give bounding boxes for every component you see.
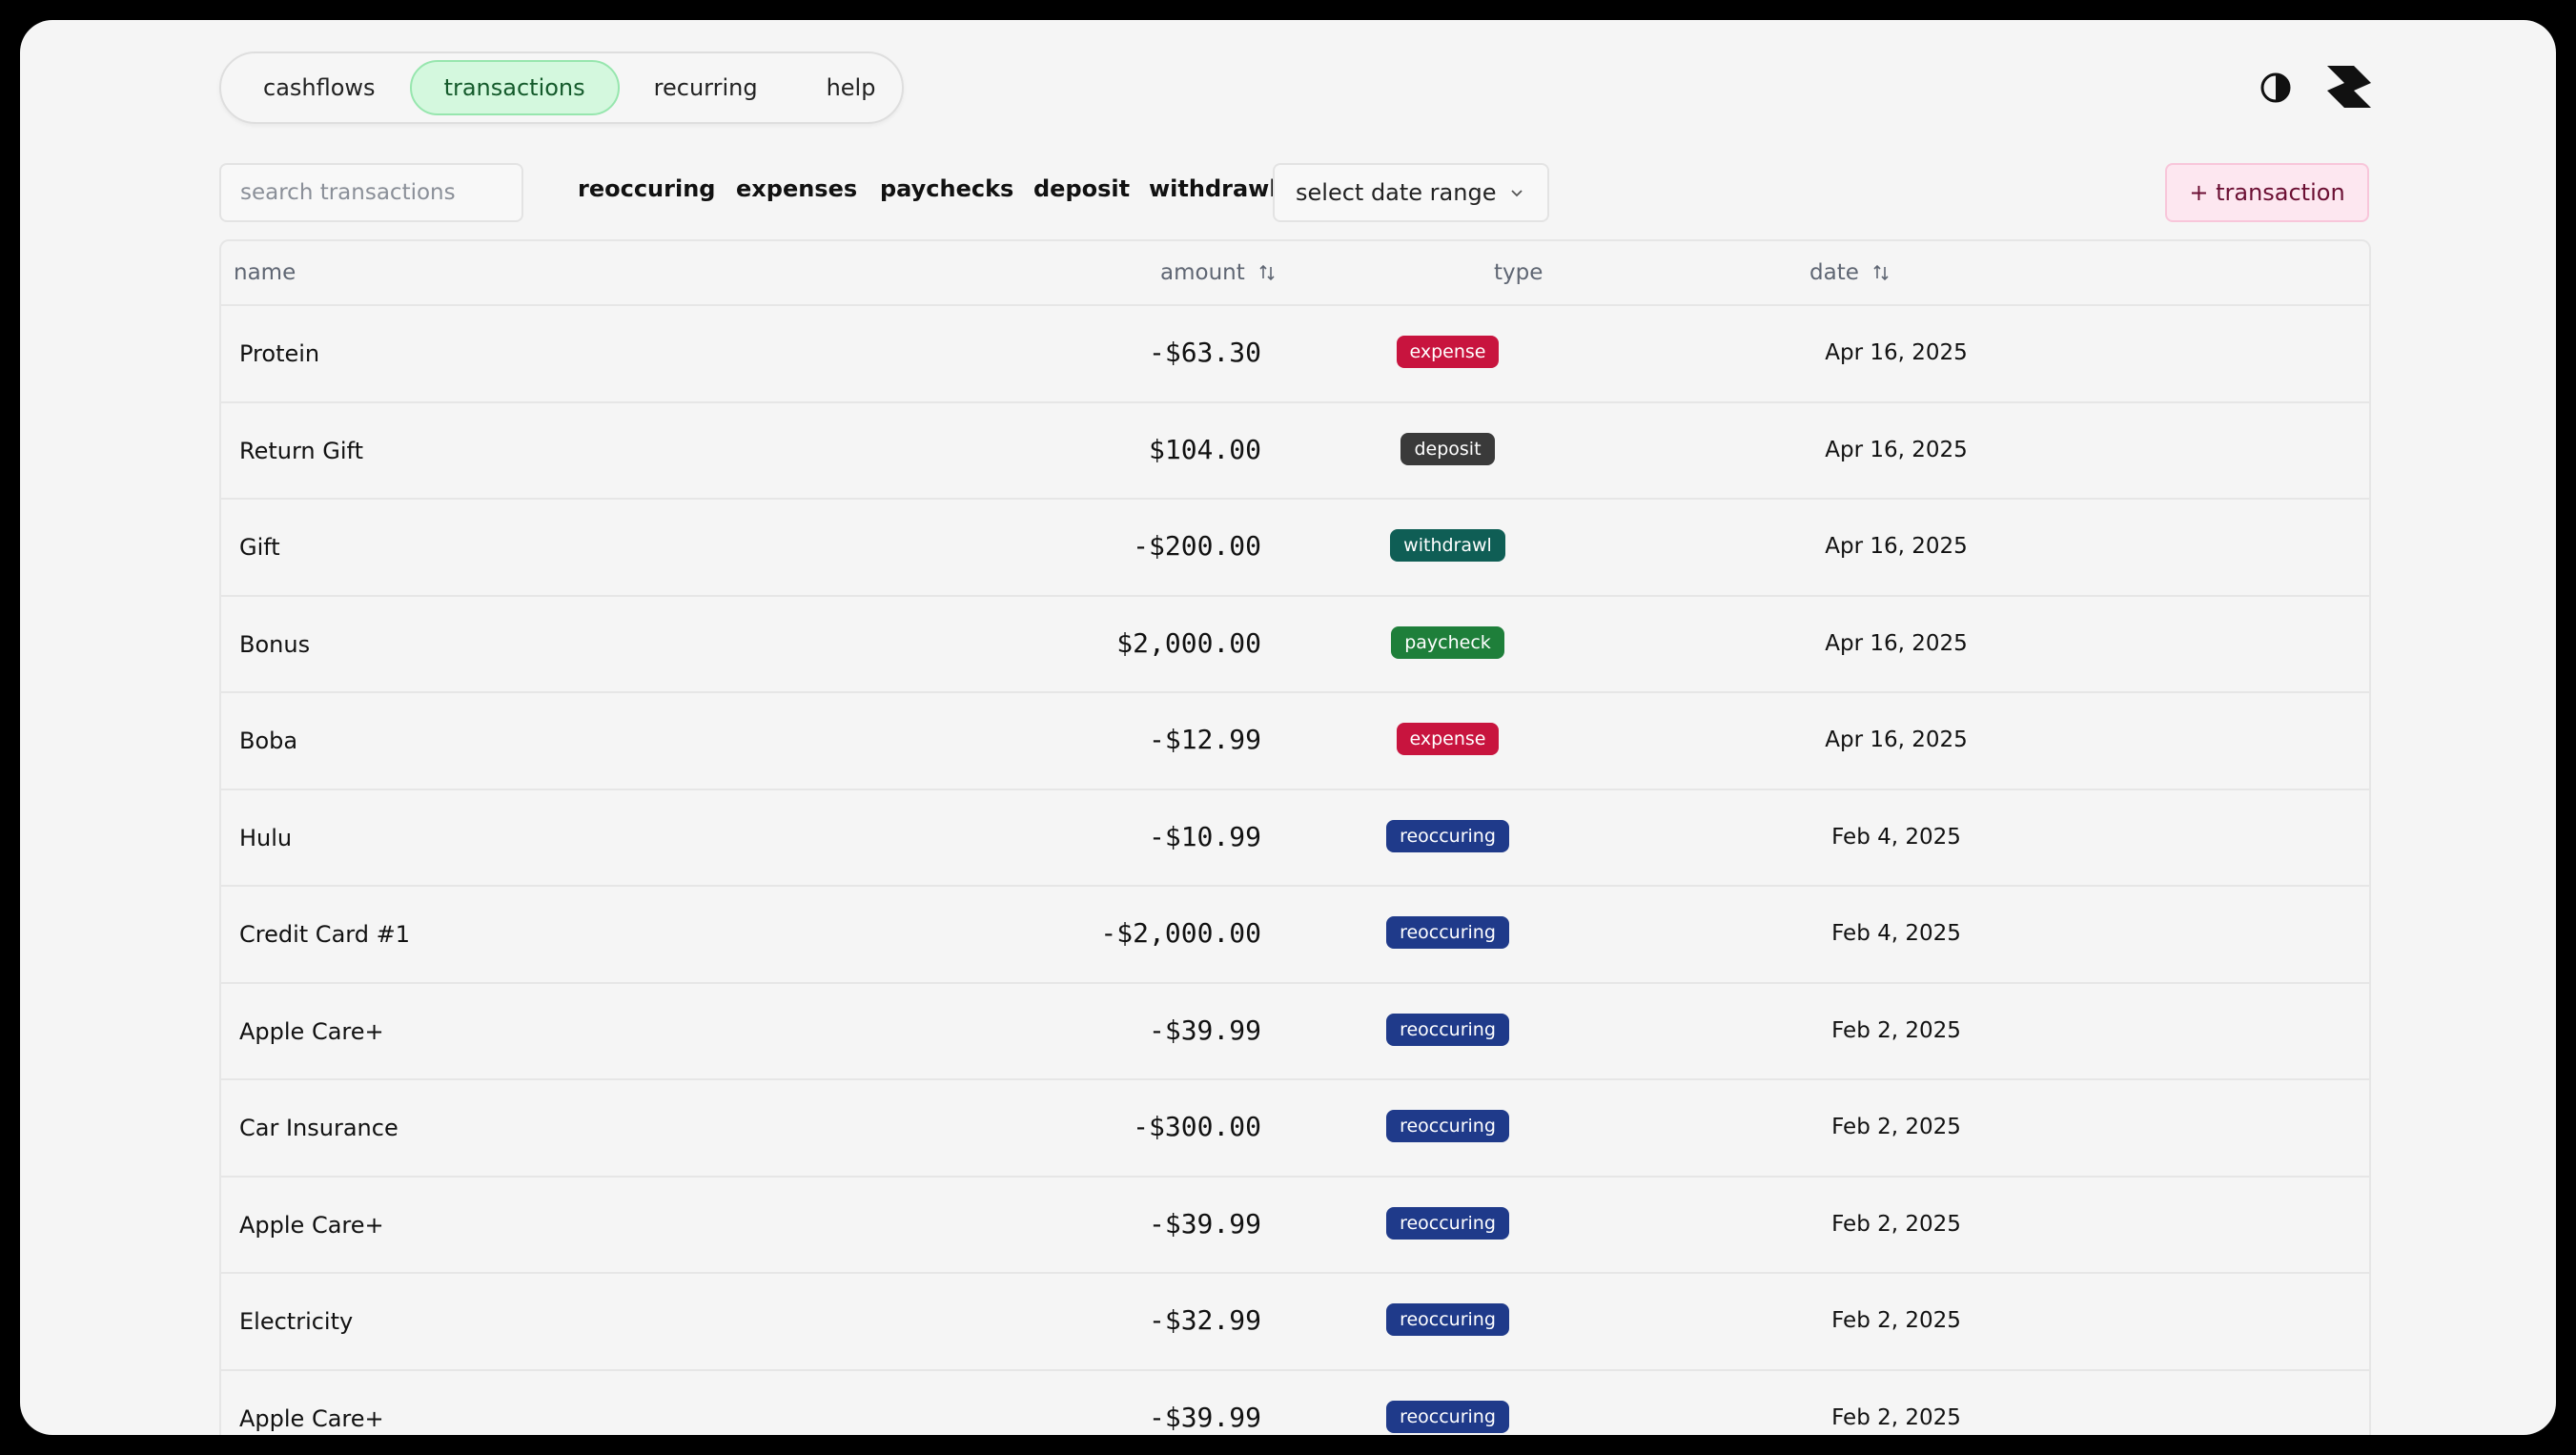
table-row[interactable]: Boba -$12.99 expense Apr 16, 2025 bbox=[221, 693, 2369, 790]
table-row[interactable]: Bonus $2,000.00 paycheck Apr 16, 2025 bbox=[221, 597, 2369, 693]
transaction-amount: -$39.99 bbox=[1148, 1401, 1261, 1433]
table-row[interactable]: Electricity -$32.99 reoccuring Feb 2, 2025 bbox=[221, 1274, 2369, 1371]
type-badge: reoccuring bbox=[1386, 1013, 1509, 1046]
transaction-amount: $2,000.00 bbox=[1116, 626, 1261, 659]
transaction-date: Apr 16, 2025 bbox=[1825, 437, 1968, 462]
transaction-name: Apple Care+ bbox=[239, 1211, 384, 1239]
type-badge: reoccuring bbox=[1386, 1303, 1509, 1336]
transaction-date: Feb 2, 2025 bbox=[1831, 1211, 1961, 1237]
type-badge: reoccuring bbox=[1386, 1206, 1509, 1240]
transaction-name: Return Gift bbox=[239, 437, 363, 464]
transaction-date: Feb 2, 2025 bbox=[1831, 1404, 1961, 1430]
transaction-amount: -$39.99 bbox=[1148, 1207, 1261, 1240]
date-range-label: select date range bbox=[1296, 179, 1497, 206]
transaction-name: Gift bbox=[239, 534, 280, 561]
tab-cashflows[interactable]: cashflows bbox=[229, 60, 410, 115]
column-date[interactable]: date bbox=[1809, 260, 1891, 285]
type-badge: withdrawl bbox=[1390, 529, 1505, 562]
filter-expenses[interactable]: expenses bbox=[736, 175, 857, 202]
transaction-type: reoccuring bbox=[1356, 1400, 1540, 1433]
column-amount[interactable]: amount bbox=[1160, 260, 1278, 285]
table-body: Protein -$63.30 expense Apr 16, 2025 Return … bbox=[221, 306, 2369, 1435]
transaction-name: Car Insurance bbox=[239, 1115, 399, 1141]
transaction-amount: -$2,000.00 bbox=[1100, 917, 1261, 949]
tab-recurring[interactable]: recurring bbox=[620, 60, 792, 115]
contrast-icon[interactable] bbox=[2259, 72, 2292, 104]
chevron-down-icon bbox=[1511, 190, 1523, 197]
transaction-amount: -$39.99 bbox=[1148, 1014, 1261, 1046]
transaction-type: reoccuring bbox=[1356, 1110, 1540, 1142]
transaction-type: deposit bbox=[1356, 432, 1540, 465]
type-badge: reoccuring bbox=[1386, 1400, 1509, 1433]
transaction-type: reoccuring bbox=[1356, 916, 1540, 949]
date-range-select[interactable]: select date range bbox=[1273, 163, 1549, 222]
table-row[interactable]: Hulu -$10.99 reoccuring Feb 4, 2025 bbox=[221, 790, 2369, 887]
transaction-type: expense bbox=[1356, 336, 1540, 368]
transaction-amount: -$63.30 bbox=[1148, 337, 1261, 368]
transaction-date: Feb 2, 2025 bbox=[1831, 1017, 1961, 1043]
table-row[interactable]: Return Gift $104.00 deposit Apr 16, 2025 bbox=[221, 403, 2369, 500]
column-name: name bbox=[234, 260, 296, 285]
sort-icon[interactable] bbox=[1871, 262, 1891, 283]
transaction-date: Apr 16, 2025 bbox=[1825, 728, 1968, 752]
table-row[interactable]: Car Insurance -$300.00 reoccuring Feb 2, 20… bbox=[221, 1080, 2369, 1178]
type-badge: expense bbox=[1396, 723, 1500, 755]
type-badge: reoccuring bbox=[1386, 819, 1509, 852]
transaction-name: Electricity bbox=[239, 1308, 354, 1335]
table-row[interactable]: Apple Care+ -$39.99 reoccuring Feb 2, 2025 bbox=[221, 984, 2369, 1080]
transaction-type: withdrawl bbox=[1356, 529, 1540, 562]
search-input[interactable] bbox=[219, 163, 523, 222]
table-row[interactable]: Credit Card #1 -$2,000.00 reoccuring Feb 4,… bbox=[221, 887, 2369, 984]
app-window: cashflows transactions recurring help re… bbox=[20, 20, 2556, 1435]
transaction-date: Feb 4, 2025 bbox=[1831, 921, 1961, 946]
table-row[interactable]: Gift -$200.00 withdrawl Apr 16, 2025 bbox=[221, 500, 2369, 597]
tab-help[interactable]: help bbox=[792, 60, 910, 115]
app-logo-icon bbox=[2327, 66, 2371, 108]
transaction-amount: -$10.99 bbox=[1148, 820, 1261, 852]
tab-transactions[interactable]: transactions bbox=[409, 60, 620, 115]
type-badge: deposit bbox=[1400, 432, 1495, 465]
transaction-date: Apr 16, 2025 bbox=[1825, 340, 1968, 365]
transaction-amount: -$32.99 bbox=[1148, 1304, 1261, 1336]
transaction-type: expense bbox=[1356, 723, 1540, 755]
transactions-table: name amount type date Protein -$63.30 expe… bbox=[219, 239, 2371, 1435]
table-row[interactable]: Apple Care+ -$39.99 reoccuring Feb 2, 2025 bbox=[221, 1371, 2369, 1436]
transaction-date: Apr 16, 2025 bbox=[1825, 534, 1968, 559]
transaction-name: Protein bbox=[239, 340, 320, 367]
transaction-name: Hulu bbox=[239, 824, 293, 851]
transaction-type: reoccuring bbox=[1356, 1303, 1540, 1336]
transaction-type: reoccuring bbox=[1356, 819, 1540, 852]
transaction-date: Apr 16, 2025 bbox=[1825, 630, 1968, 656]
transaction-date: Feb 2, 2025 bbox=[1831, 1115, 1961, 1139]
transaction-name: Apple Care+ bbox=[239, 1017, 384, 1045]
transaction-amount: -$12.99 bbox=[1148, 724, 1261, 755]
transaction-name: Bonus bbox=[239, 630, 311, 658]
table-row[interactable]: Protein -$63.30 expense Apr 16, 2025 bbox=[221, 306, 2369, 403]
filter-paychecks[interactable]: paychecks bbox=[880, 175, 1013, 202]
table-row[interactable]: Apple Care+ -$39.99 reoccuring Feb 2, 2025 bbox=[221, 1178, 2369, 1274]
transaction-type: paycheck bbox=[1356, 625, 1540, 659]
add-transaction-button[interactable]: + transaction bbox=[2165, 163, 2369, 222]
transaction-amount: -$200.00 bbox=[1133, 530, 1261, 562]
transaction-name: Credit Card #1 bbox=[239, 921, 410, 948]
transaction-amount: -$300.00 bbox=[1133, 1111, 1261, 1142]
transaction-amount: $104.00 bbox=[1148, 433, 1261, 465]
transaction-type: reoccuring bbox=[1356, 1013, 1540, 1046]
sort-icon[interactable] bbox=[1257, 262, 1278, 283]
type-badge: paycheck bbox=[1391, 625, 1504, 659]
filter-deposit[interactable]: deposit bbox=[1033, 175, 1130, 202]
filter-reoccuring[interactable]: reoccuring bbox=[578, 175, 715, 202]
transaction-name: Apple Care+ bbox=[239, 1404, 384, 1432]
main-nav: cashflows transactions recurring help bbox=[219, 51, 904, 124]
type-badge: expense bbox=[1396, 336, 1500, 368]
transaction-name: Boba bbox=[239, 728, 298, 754]
transaction-date: Feb 4, 2025 bbox=[1831, 824, 1961, 850]
filter-withdrawl[interactable]: withdrawl bbox=[1149, 175, 1278, 202]
table-header: name amount type date bbox=[221, 241, 2369, 306]
transaction-date: Feb 2, 2025 bbox=[1831, 1308, 1961, 1333]
column-type: type bbox=[1494, 260, 1544, 285]
type-badge: reoccuring bbox=[1386, 916, 1509, 949]
type-badge: reoccuring bbox=[1386, 1110, 1509, 1142]
transaction-type: reoccuring bbox=[1356, 1206, 1540, 1240]
